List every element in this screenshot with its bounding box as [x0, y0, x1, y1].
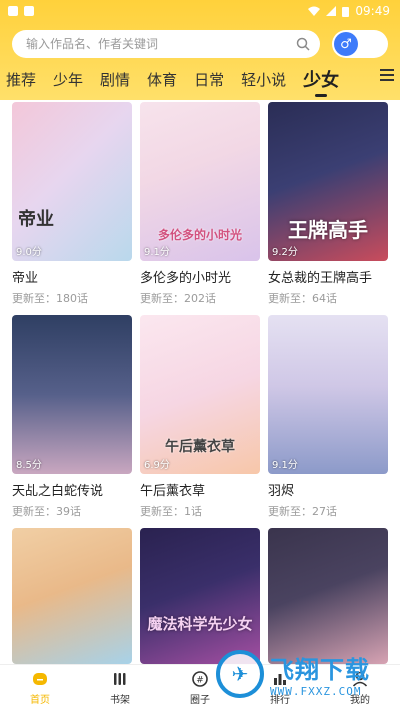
comic-title[interactable]: 午后薰衣草: [140, 480, 260, 499]
comic-card[interactable]: 9.1分 羽烬 更新至：27话: [268, 315, 388, 519]
update-status: 更新至：64话: [268, 292, 337, 305]
cover-title: 帝业: [18, 209, 54, 230]
rating: 9.0分: [16, 247, 42, 258]
rating: 8.5分: [16, 460, 42, 471]
nav-label: 书架: [110, 695, 130, 706]
cover-title: 多伦多的小时光: [157, 228, 242, 242]
comic-card[interactable]: 8.5分 天乩之白蛇传说 更新至：39话: [12, 315, 132, 519]
update-status: 更新至：27话: [268, 505, 337, 518]
tab-recommend[interactable]: 推荐: [6, 69, 36, 90]
comic-title[interactable]: 帝业: [12, 267, 132, 286]
nav-label: 首页: [30, 695, 50, 706]
notification-icon: [8, 6, 18, 16]
watermark-logo: ✈: [216, 650, 264, 698]
tab-shoujo[interactable]: 少女: [303, 66, 339, 97]
comic-title[interactable]: 多伦多的小时光: [140, 267, 260, 286]
watermark: ✈ 飞翔下载 WWW.FXXZ.COM: [216, 644, 392, 704]
search-bar[interactable]: [12, 30, 320, 58]
status-bar: 09:49: [0, 0, 400, 22]
comic-cover[interactable]: 王牌高手 9.2分: [268, 102, 388, 261]
comic-title[interactable]: 羽烬: [268, 480, 388, 499]
tab-youth[interactable]: 少年: [53, 69, 83, 90]
app-notification-icon: [24, 6, 34, 16]
search-icon[interactable]: [296, 37, 310, 51]
update-status: 更新至：202话: [140, 292, 216, 305]
update-status: 更新至：1话: [140, 505, 202, 518]
search-input[interactable]: [26, 37, 286, 51]
comic-card[interactable]: 多伦多的小时光 9.1分 多伦多的小时光 更新至：202话: [140, 102, 260, 306]
comic-cover[interactable]: 9.1分: [268, 315, 388, 474]
comic-card[interactable]: 帝业 9.0分 帝业 更新至：180话: [12, 102, 132, 306]
nav-label: 圈子: [190, 695, 210, 706]
tab-light-novel[interactable]: 轻小说: [241, 69, 286, 90]
comic-card[interactable]: 午后薰衣草 6.9分 午后薰衣草 更新至：1话: [140, 315, 260, 519]
signal-icon: [326, 6, 337, 16]
svg-text:#: #: [196, 676, 204, 686]
male-icon: ♂: [334, 32, 358, 56]
comic-cover[interactable]: 8.5分: [12, 315, 132, 474]
update-status: 更新至：180话: [12, 292, 88, 305]
watermark-url: WWW.FXXZ.COM: [270, 685, 362, 698]
comic-card[interactable]: 王牌高手 9.2分 女总裁的王牌高手 更新至：64话: [268, 102, 388, 306]
comic-card[interactable]: [12, 528, 132, 664]
comic-title[interactable]: 女总裁的王牌高手: [268, 267, 388, 286]
wifi-icon: [308, 6, 321, 16]
status-time: 09:49: [355, 4, 390, 18]
cover-title: 午后薰衣草: [165, 439, 235, 455]
tab-sports[interactable]: 体育: [147, 69, 177, 90]
nav-bookshelf[interactable]: 书架: [80, 665, 160, 711]
comic-cover[interactable]: 帝业 9.0分: [12, 102, 132, 261]
circle-icon: #: [191, 670, 209, 688]
watermark-title: 飞翔下载: [270, 656, 370, 684]
bookshelf-icon: [111, 670, 129, 688]
cover-title: 王牌高手: [288, 218, 368, 242]
menu-icon[interactable]: [380, 69, 394, 81]
rating: 9.1分: [272, 460, 298, 471]
nav-home[interactable]: 首页: [0, 665, 80, 711]
gender-toggle[interactable]: ♂: [332, 30, 388, 58]
category-tabs: 推荐 少年 剧情 体育 日常 轻小说 少女: [6, 66, 400, 97]
update-status: 更新至：39话: [12, 505, 81, 518]
comic-cover[interactable]: 多伦多的小时光 9.1分: [140, 102, 260, 261]
rating: 9.1分: [144, 247, 170, 258]
comic-cover[interactable]: [12, 528, 132, 664]
battery-icon: [342, 6, 350, 17]
rating: 9.2分: [272, 247, 298, 258]
header: 09:49 ♂ 推荐 少年 剧情 体育 日常 轻小说 少女: [0, 0, 400, 100]
tab-daily[interactable]: 日常: [194, 69, 224, 90]
cover-title: 魔法科学先少女: [147, 615, 253, 633]
home-icon: [31, 670, 49, 688]
rating: 6.9分: [144, 460, 170, 471]
comic-cover[interactable]: 午后薰衣草 6.9分: [140, 315, 260, 474]
comic-title[interactable]: 天乩之白蛇传说: [12, 480, 132, 499]
tab-drama[interactable]: 剧情: [100, 69, 130, 90]
